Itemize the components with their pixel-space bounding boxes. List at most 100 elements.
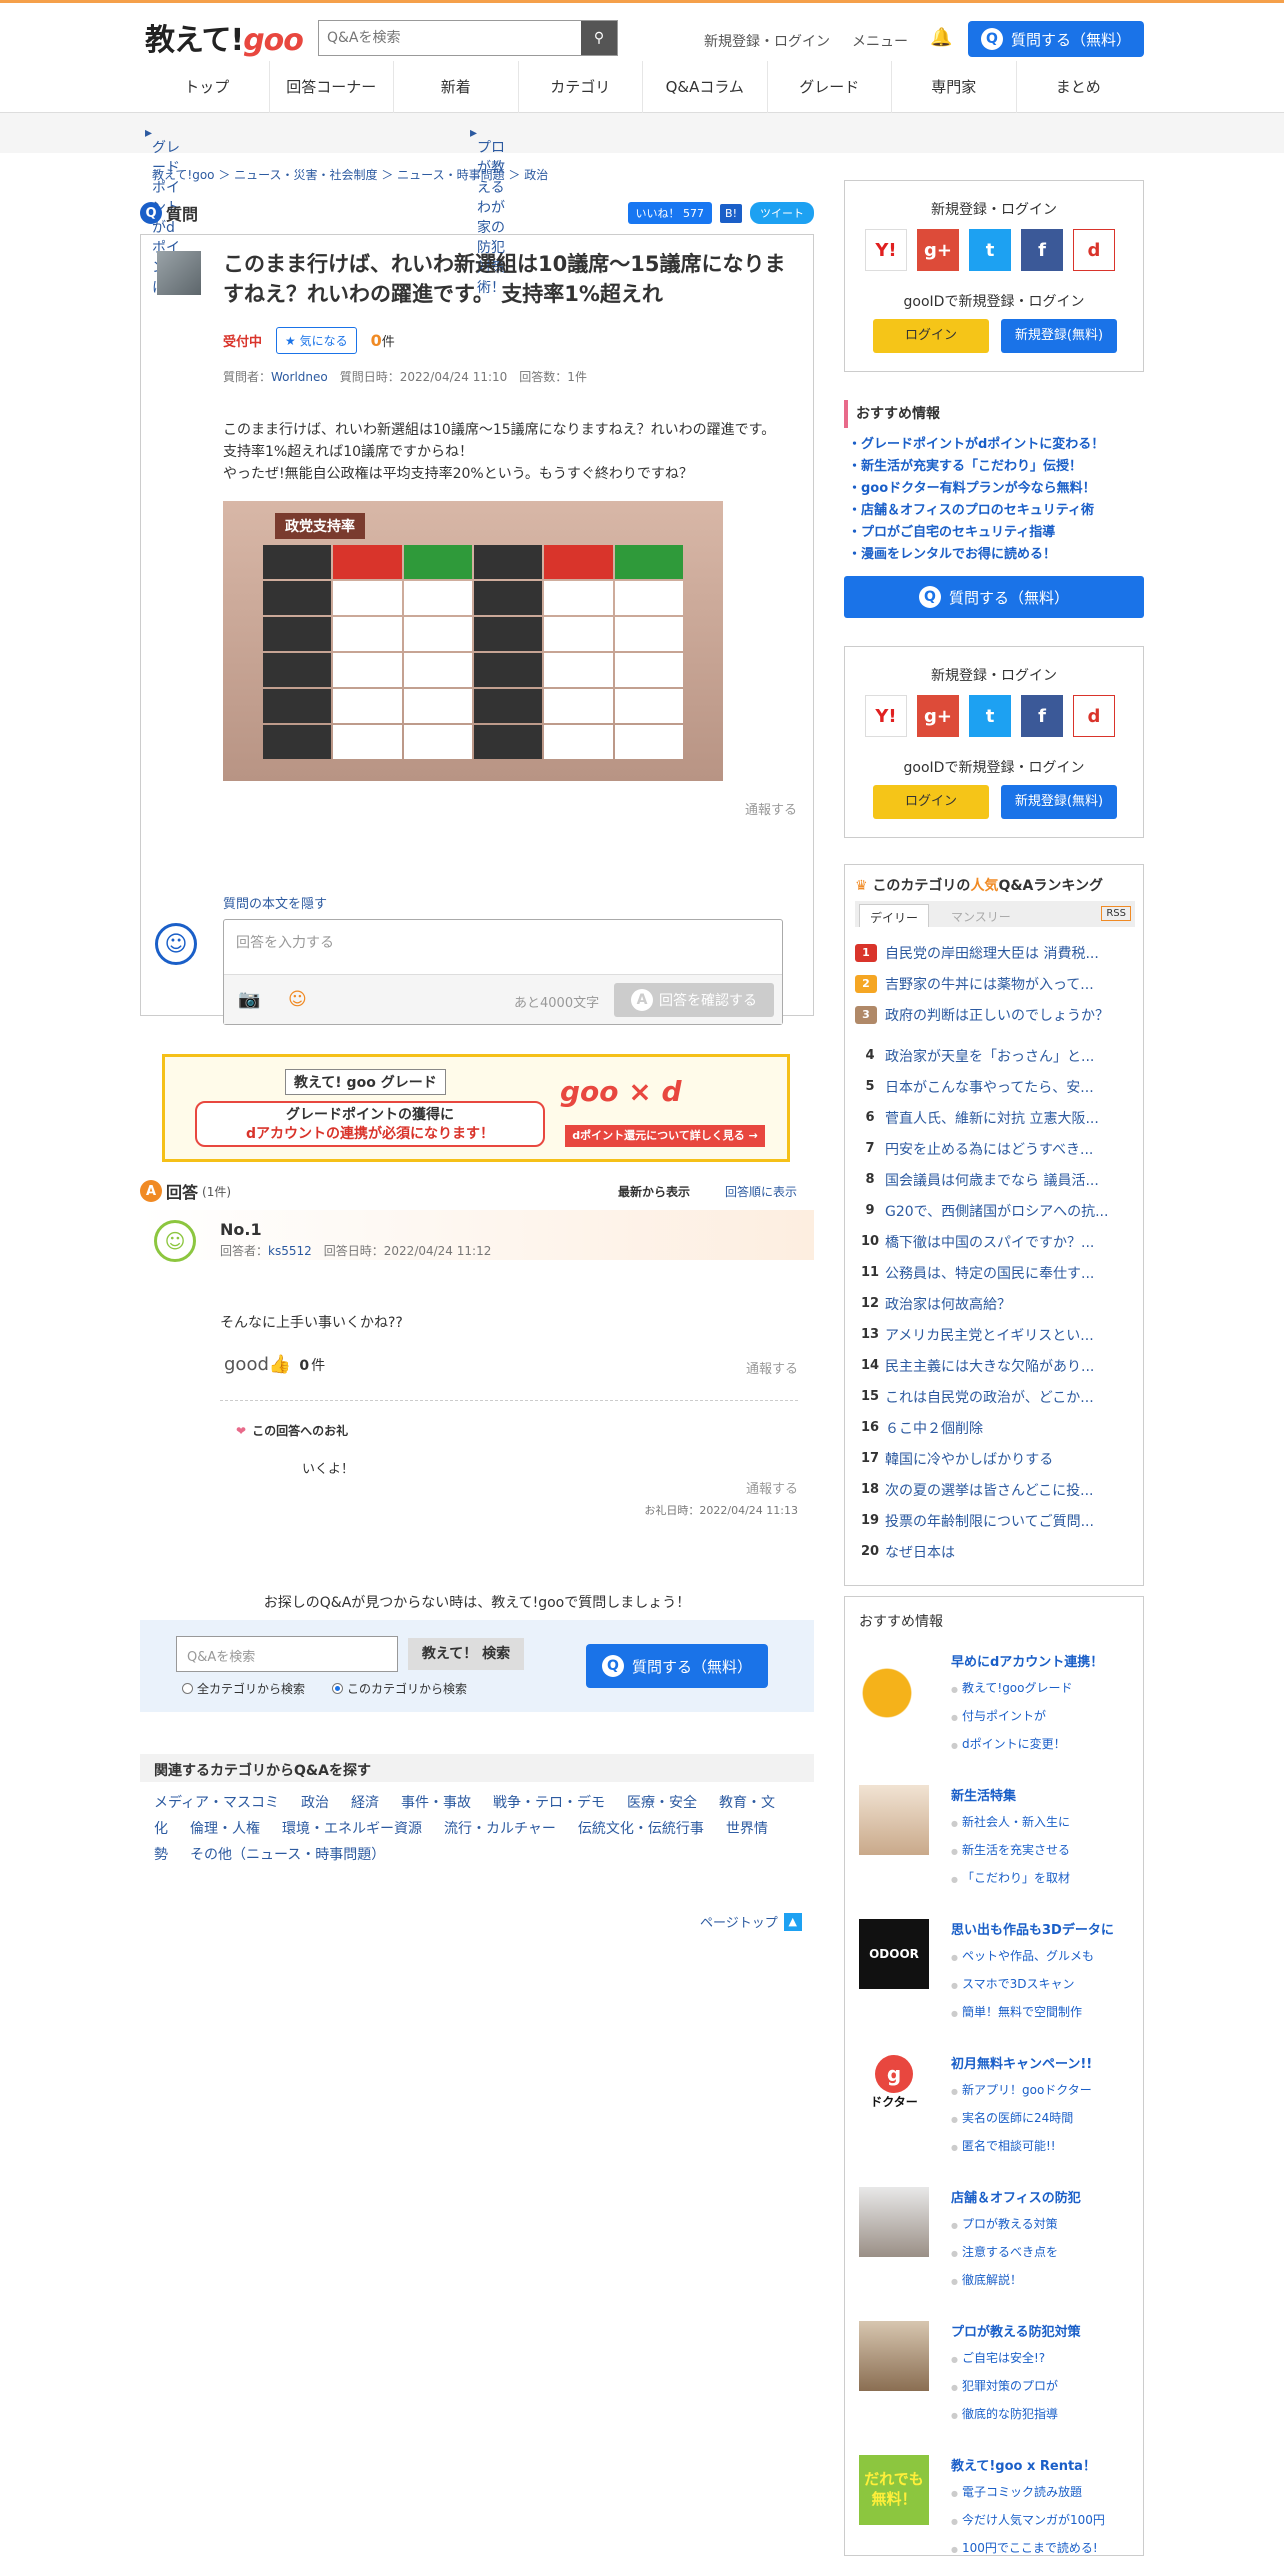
ranking-item[interactable]: 14 民主主義には大きな欠陥があり... xyxy=(855,1350,1135,1381)
questioner-avatar[interactable] xyxy=(157,251,201,295)
ranking-item[interactable]: 16 ６こ中２個削除 xyxy=(855,1412,1135,1443)
card-title[interactable]: 新生活特集 xyxy=(951,1785,1016,1804)
confirm-answer-button[interactable]: A 回答を確認する xyxy=(614,983,774,1017)
report-answer-link[interactable]: 通報する xyxy=(746,1358,798,1377)
nav-item[interactable]: トップ xyxy=(145,61,269,113)
answerer-avatar[interactable]: ☺ xyxy=(154,1220,196,1262)
docomo-login-icon[interactable]: d xyxy=(1073,695,1115,737)
card-link[interactable]: 電子コミック読み放題 xyxy=(951,2479,1105,2507)
answer-input[interactable]: 回答を入力する xyxy=(236,932,334,952)
camera-icon[interactable]: 📷 xyxy=(238,989,260,1010)
recommend-link[interactable]: ・店舗＆オフィスのプロのセキュリティ術 xyxy=(844,500,1144,522)
recommend-link[interactable]: ・新生活が充実する「こだわり」伝授！ xyxy=(844,456,1144,478)
question-image[interactable]: 政党支持率 xyxy=(223,501,723,781)
register-login-link[interactable]: 新規登録・ログイン xyxy=(704,31,830,51)
card-link[interactable]: dポイントに変更！ xyxy=(951,1731,1073,1759)
card-link[interactable]: 教えて!gooグレード xyxy=(951,1675,1073,1703)
card-link[interactable]: プロが教える対策 xyxy=(951,2211,1058,2239)
ranking-item[interactable]: 2 吉野家の牛丼には薬物が入って... xyxy=(855,968,1135,999)
related-category-link[interactable]: その他（ニュース・時事問題） xyxy=(190,1847,385,1863)
card-link[interactable]: 犯罪対策のプロが xyxy=(951,2373,1058,2401)
osusume-card[interactable]: ODOOR 思い出も作品も3Dデータにペットや作品、グルメもスマホで3Dスキャン簡… xyxy=(859,1919,1135,2039)
hide-question-link[interactable]: 質問の本文を隠す xyxy=(223,893,327,912)
card-link[interactable]: 「こだわり」を取材 xyxy=(951,1865,1070,1893)
card-thumbnail[interactable]: だれでも無料！ xyxy=(859,2455,929,2525)
ranking-item[interactable]: 6 菅直人氏、維新に対抗 立憲大阪... xyxy=(855,1102,1135,1133)
login-button[interactable]: ログイン xyxy=(873,785,989,819)
card-link[interactable]: 匿名で相談可能!! xyxy=(951,2133,1092,2161)
ranking-item[interactable]: 10 橋下徹は中国のスパイですか？... xyxy=(855,1226,1135,1257)
page-top-link[interactable]: ページトップ ▲ xyxy=(700,1912,802,1931)
nav-item[interactable]: 専門家 xyxy=(891,61,1016,113)
questioner-link[interactable]: Worldneo xyxy=(271,370,328,384)
card-link[interactable]: 今だけ人気マンガが100円 xyxy=(951,2507,1105,2535)
card-thumbnail[interactable] xyxy=(859,2321,929,2391)
osusume-card[interactable]: 早めにdアカウント連携！ 教えて!gooグレード付与ポイントがdポイントに変更！ xyxy=(859,1651,1135,1771)
promo-link-grade[interactable]: ▸ グレードポイントがdポイントに！ xyxy=(145,125,180,296)
emoji-icon[interactable]: ☺ xyxy=(288,989,307,1010)
card-title[interactable]: 思い出も作品も3Dデータに xyxy=(951,1919,1114,1938)
nav-item[interactable]: Q&Aコラム xyxy=(642,61,767,113)
nav-item[interactable]: グレード xyxy=(766,61,892,113)
osusume-card[interactable]: 店舗＆オフィスの防犯プロが教える対策注意するべき点を徹底解説！ xyxy=(859,2187,1135,2307)
card-link[interactable]: ご自宅は安全!? xyxy=(951,2345,1058,2373)
osusume-card[interactable]: 新生活特集新社会人・新入生に新生活を充実させる「こだわり」を取材 xyxy=(859,1785,1135,1905)
bottom-search-button[interactable]: 教えて！ 検索 xyxy=(408,1638,524,1670)
card-title[interactable]: プロが教える防犯対策 xyxy=(951,2321,1081,2340)
card-link[interactable]: 徹底解説！ xyxy=(951,2267,1058,2295)
card-title[interactable]: 店舗＆オフィスの防犯 xyxy=(951,2187,1081,2206)
related-category-link[interactable]: 経済 xyxy=(351,1795,379,1811)
related-category-link[interactable]: 政治 xyxy=(301,1795,329,1811)
ranking-item[interactable]: 5 日本がこんな事やってたら、安... xyxy=(855,1071,1135,1102)
tab-monthly[interactable]: マンスリー xyxy=(941,904,1021,927)
ranking-item[interactable]: 17 韓国に冷やかしばかりする xyxy=(855,1443,1135,1474)
docomo-login-icon[interactable]: d xyxy=(1073,229,1115,271)
facebook-login-icon[interactable]: f xyxy=(1021,695,1063,737)
radio-all-categories[interactable]: 全カテゴリから検索 xyxy=(182,1680,305,1697)
twitter-login-icon[interactable]: t xyxy=(969,229,1011,271)
ranking-item[interactable]: 12 政治家は何故高給？ xyxy=(855,1288,1135,1319)
bell-icon[interactable]: 🔔 xyxy=(930,27,952,48)
search-input[interactable] xyxy=(319,21,581,55)
card-title[interactable]: 教えて!goo x Renta！ xyxy=(951,2455,1096,2474)
card-title[interactable]: 初月無料キャンペーン!! xyxy=(951,2053,1092,2072)
ranking-item[interactable]: 8 国会議員は何歳までなら 議員活... xyxy=(855,1164,1135,1195)
ranking-item[interactable]: 13 アメリカ民主党とイギリスとい... xyxy=(855,1319,1135,1350)
facebook-login-icon[interactable]: f xyxy=(1021,229,1063,271)
card-thumbnail[interactable] xyxy=(859,2187,929,2257)
bottom-ask-button[interactable]: Q 質問する（無料） xyxy=(586,1644,768,1688)
ranking-item[interactable]: 7 円安を止める為にはどうすべき... xyxy=(855,1133,1135,1164)
nav-item[interactable]: 新着 xyxy=(393,61,518,113)
related-category-link[interactable]: 事件・事故 xyxy=(401,1795,471,1811)
ask-question-button[interactable]: Q 質問する（無料） xyxy=(968,21,1144,57)
card-thumbnail[interactable] xyxy=(859,1651,929,1721)
login-button[interactable]: ログイン xyxy=(873,319,989,353)
banner-cta[interactable]: dポイント還元について詳しく見る → xyxy=(565,1125,765,1147)
sort-oldest[interactable]: 回答順に表示 xyxy=(725,1183,797,1200)
rss-icon[interactable]: RSS xyxy=(1101,906,1131,921)
search-button[interactable]: ⚲ xyxy=(581,21,617,55)
nav-item[interactable]: カテゴリ xyxy=(517,61,643,113)
card-link[interactable]: 注意するべき点を xyxy=(951,2239,1058,2267)
report-thanks-link[interactable]: 通報する xyxy=(746,1478,798,1497)
card-thumbnail[interactable]: g ドクター xyxy=(859,2053,929,2123)
card-link[interactable]: 新生活を充実させる xyxy=(951,1837,1070,1865)
nav-item[interactable]: まとめ xyxy=(1015,61,1141,113)
card-link[interactable]: 実名の医師に24時間 xyxy=(951,2105,1092,2133)
grade-banner[interactable]: 教えて! goo グレード グレードポイントの獲得に dアカウントの連携が必須にな… xyxy=(162,1054,790,1162)
card-link[interactable]: 新アプリ！gooドクター xyxy=(951,2077,1092,2105)
bottom-search-input[interactable]: Q&Aを検索 xyxy=(176,1636,398,1672)
related-category-link[interactable]: 伝統文化・伝統行事 xyxy=(578,1821,704,1837)
google-login-icon[interactable]: g+ xyxy=(917,229,959,271)
menu-link[interactable]: メニュー xyxy=(852,31,908,51)
tweet-button[interactable]: ツイート xyxy=(750,202,814,224)
related-category-link[interactable]: 戦争・テロ・デモ xyxy=(493,1795,605,1811)
related-category-link[interactable]: 医療・安全 xyxy=(627,1795,697,1811)
ranking-item[interactable]: 3 政府の判断は正しいのでしょうか？ xyxy=(855,999,1135,1030)
facebook-like-button[interactable]: いいね！ 577 xyxy=(627,202,713,224)
good-button[interactable]: good👍 0 件 xyxy=(224,1354,325,1375)
sidebar-ask-button[interactable]: Q 質問する（無料） xyxy=(844,576,1144,618)
card-title[interactable]: 早めにdアカウント連携！ xyxy=(951,1651,1103,1670)
google-login-icon[interactable]: g+ xyxy=(917,695,959,737)
card-link[interactable]: 簡単！無料で空間制作 xyxy=(951,1999,1094,2027)
